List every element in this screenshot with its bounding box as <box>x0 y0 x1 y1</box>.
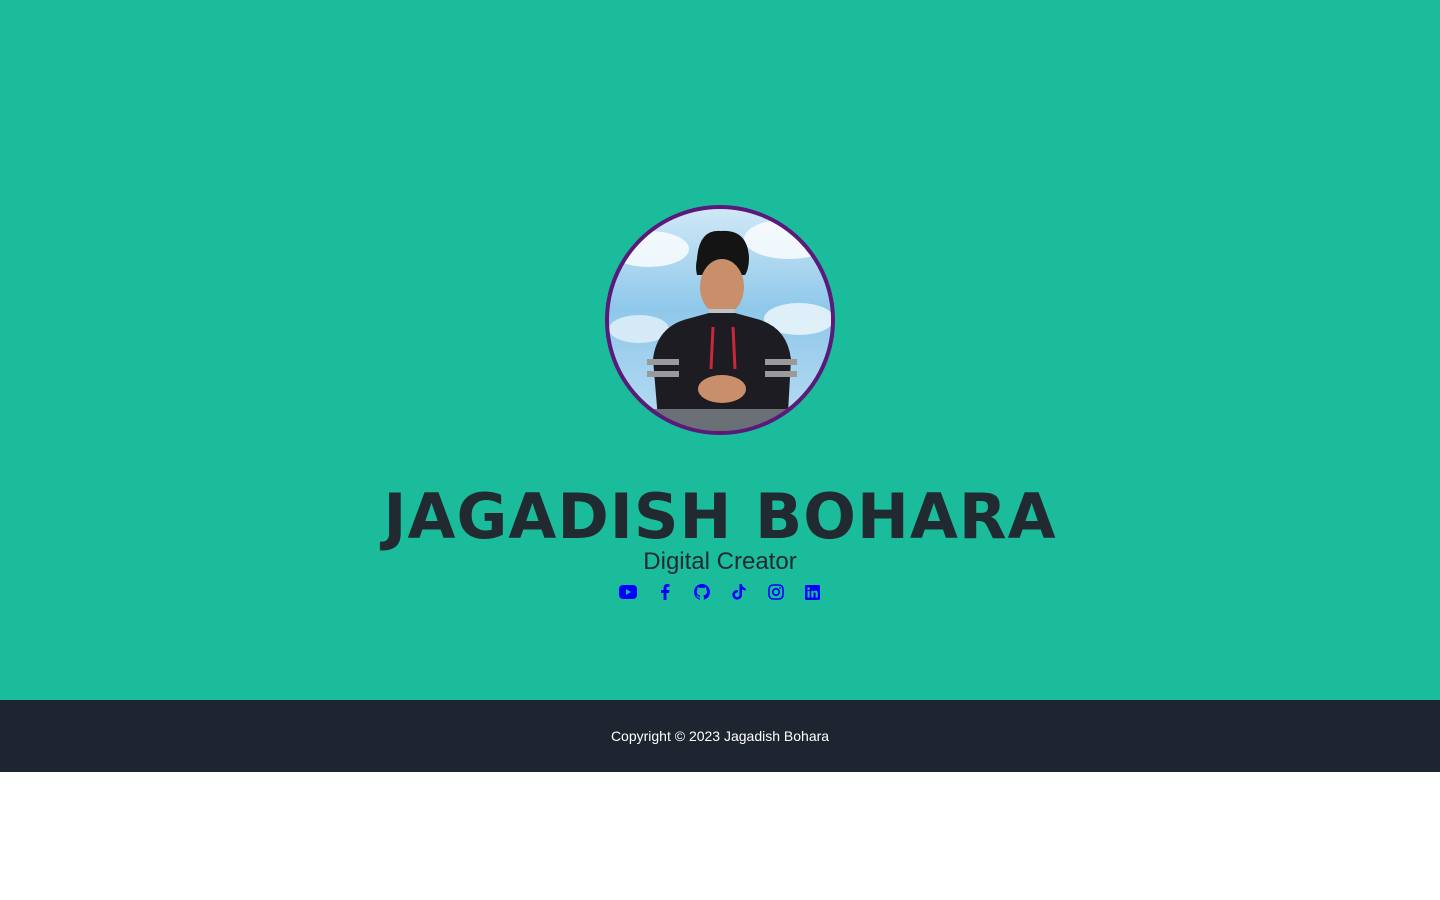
profile-title: Digital Creator <box>643 548 797 575</box>
youtube-icon <box>618 585 637 599</box>
linkedin-link[interactable] <box>804 582 822 602</box>
instagram-link[interactable] <box>767 582 785 602</box>
profile-name: JAGADISH BOHARA <box>383 480 1057 553</box>
footer: Copyright © 2023 Jagadish Bohara <box>0 700 1440 772</box>
profile-avatar <box>605 205 835 435</box>
facebook-link[interactable] <box>656 582 674 602</box>
facebook-icon <box>660 584 669 600</box>
youtube-link[interactable] <box>618 582 637 602</box>
hero-section: JAGADISH BOHARA Digital Creator <box>0 0 1440 700</box>
social-links <box>0 582 1440 602</box>
copyright-text: Copyright © 2023 Jagadish Bohara <box>610 728 830 744</box>
github-link[interactable] <box>693 582 711 602</box>
linkedin-icon <box>805 584 820 600</box>
tiktok-icon <box>731 584 746 600</box>
profile-photo <box>609 219 831 431</box>
github-icon <box>693 584 710 600</box>
instagram-icon <box>767 584 784 600</box>
tiktok-link[interactable] <box>730 582 748 602</box>
